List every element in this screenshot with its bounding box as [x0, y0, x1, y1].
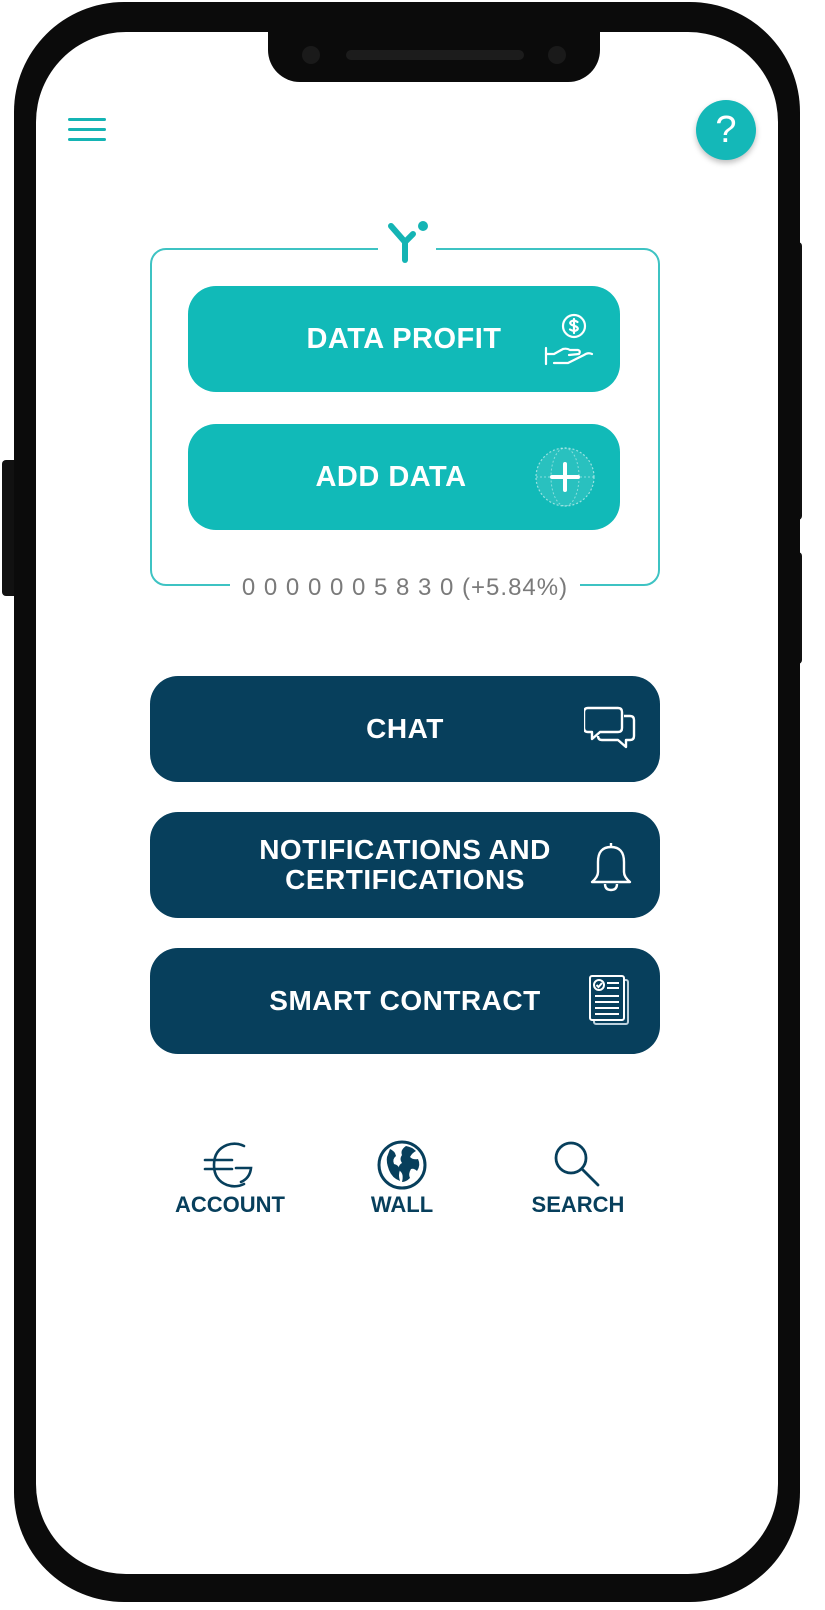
sensor: [548, 46, 566, 64]
smart-contract-label: SMART CONTRACT: [269, 985, 541, 1016]
nav-search[interactable]: SEARCH: [508, 1140, 648, 1218]
phone-notch: [268, 32, 600, 82]
phone-screen: ? DATA PROFIT ADD DATA 0 0 0 0 0 0 5 8 3…: [36, 32, 778, 1574]
document-icon: [588, 974, 632, 1033]
chat-bubbles-icon: [582, 704, 638, 759]
smart-contract-button[interactable]: SMART CONTRACT: [150, 948, 660, 1054]
data-profit-button[interactable]: DATA PROFIT: [188, 286, 620, 392]
globe-icon: [377, 1140, 427, 1190]
earpiece-speaker: [346, 50, 524, 60]
phone-frame: ? DATA PROFIT ADD DATA 0 0 0 0 0 0 5 8 3…: [14, 2, 800, 1602]
front-camera: [302, 46, 320, 64]
help-button[interactable]: ?: [696, 100, 756, 160]
search-icon: [554, 1141, 600, 1187]
nav-search-label: SEARCH: [531, 1192, 625, 1217]
nav-wall[interactable]: WALL: [332, 1140, 472, 1218]
data-balance: 0 0 0 0 0 0 5 8 3 0 (+5.84%): [230, 570, 580, 606]
add-data-button[interactable]: ADD DATA: [188, 424, 620, 530]
add-data-globe-icon: [534, 446, 596, 516]
money-hand-icon: [544, 312, 596, 374]
hamburger-menu-icon[interactable]: [68, 116, 108, 146]
add-data-label: ADD DATA: [315, 460, 467, 493]
notifications-label-line1: NOTIFICATIONS AND: [259, 834, 551, 865]
nav-account-label: ACCOUNT: [175, 1192, 285, 1217]
chat-button[interactable]: CHAT: [150, 676, 660, 782]
nav-account[interactable]: ACCOUNT: [160, 1140, 300, 1218]
euro-icon: [203, 1142, 253, 1188]
nav-wall-label: WALL: [370, 1192, 434, 1217]
notifications-certifications-button[interactable]: NOTIFICATIONS AND CERTIFICATIONS: [150, 812, 660, 918]
brand-logo-icon: [378, 218, 436, 274]
chat-label: CHAT: [366, 713, 444, 744]
notifications-label-line2: CERTIFICATIONS: [285, 864, 525, 895]
bell-icon: [588, 840, 634, 898]
data-profit-label: DATA PROFIT: [306, 322, 502, 355]
